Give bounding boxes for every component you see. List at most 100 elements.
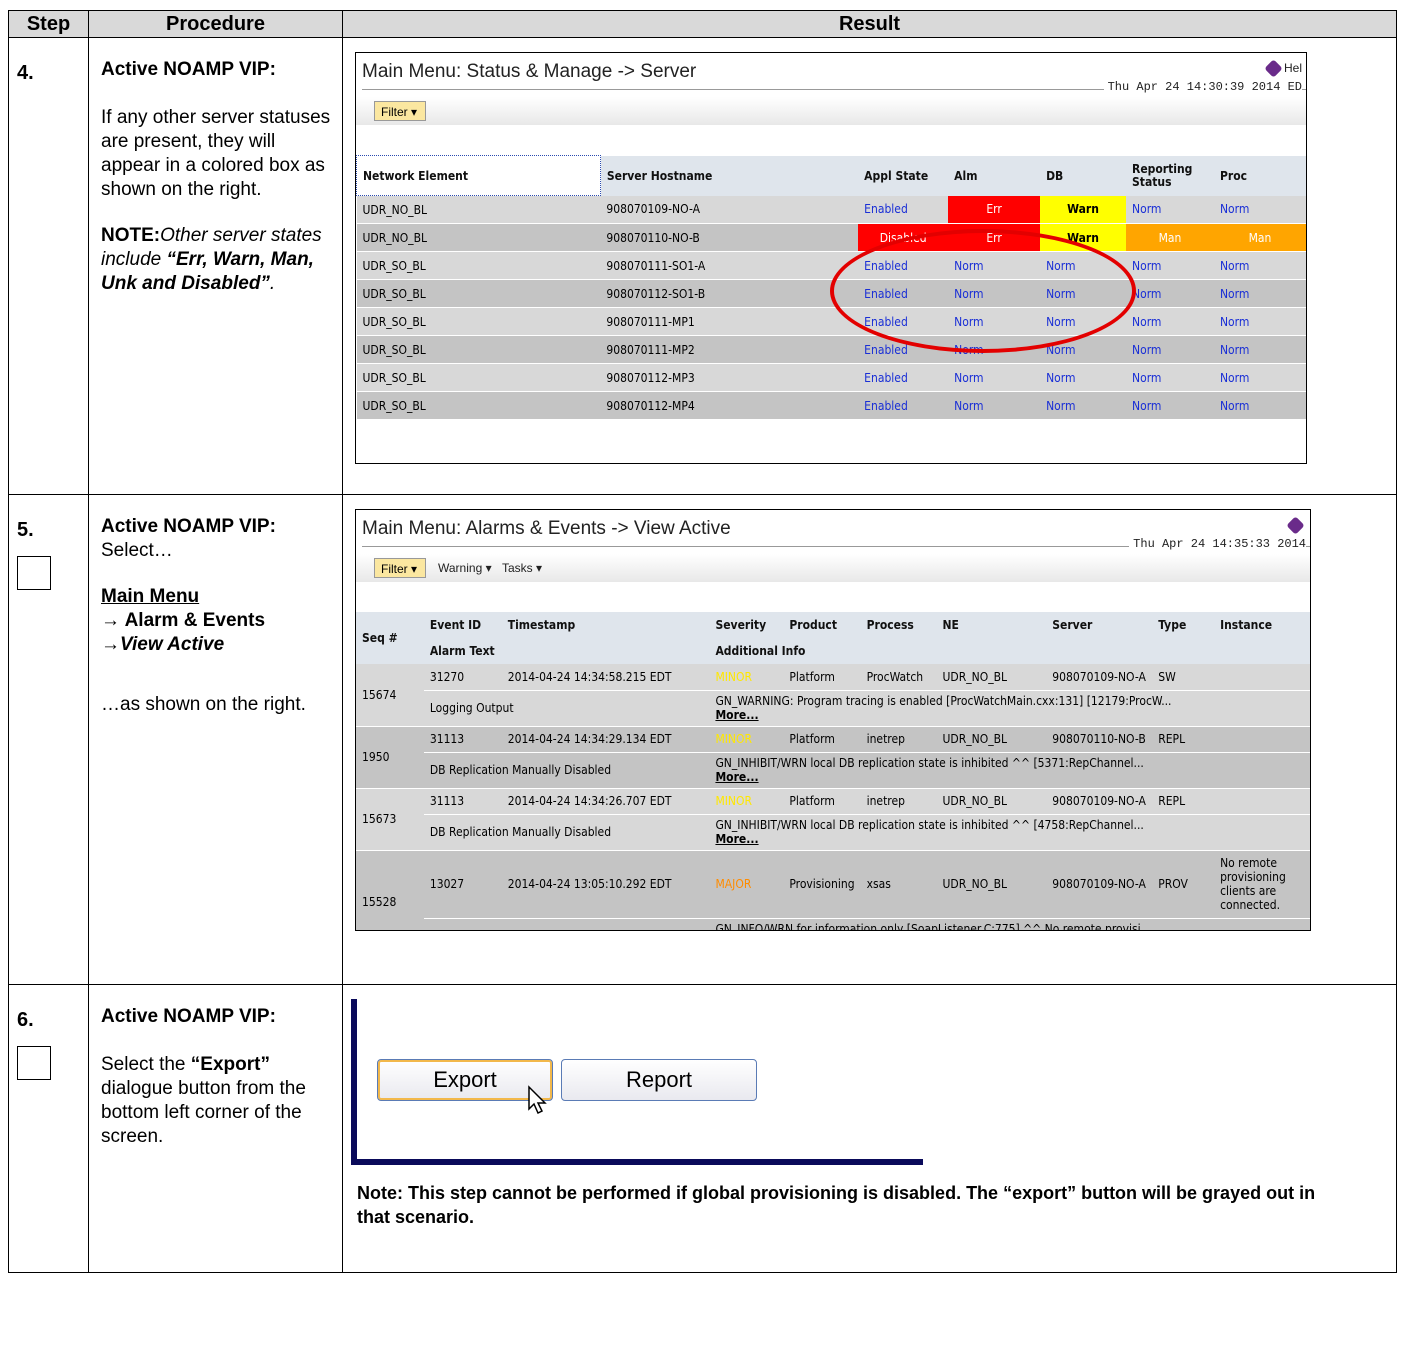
table-header: Seq # Event ID Timestamp Severity Produc… [356,612,1310,664]
column-server[interactable]: Server [1046,612,1153,638]
cell-proc[interactable]: Norm [1213,251,1306,280]
step-6-procedure: Active NOAMP VIP: Select the “Export” di… [88,984,343,1273]
column-network-element[interactable]: Network Element [356,155,601,196]
column-instance[interactable]: Instance [1214,612,1310,638]
step-5-result: Main Menu: Alarms & Events -> View Activ… [342,494,1397,985]
info-text: GN_INHIBIT/WRN local DB replication stat… [715,818,1144,832]
alarm-row[interactable]: 15673 31113 2014-04-24 14:34:26.707 EDT MIN… [356,788,1310,851]
step-heading: Active NOAMP VIP: [101,59,276,80]
column-db[interactable]: DB [1040,155,1127,196]
column-reporting-status[interactable]: Reporting Status [1126,155,1214,196]
toolbar: Filter ▾ [356,97,1306,125]
cell-product: Platform [783,726,861,753]
cell-proc[interactable]: Norm [1213,335,1306,364]
table-header: Network Element Server Hostname Appl Sta… [356,155,1306,196]
cell-proc[interactable]: Norm [1213,195,1306,224]
cell-db[interactable]: Warn [1040,195,1127,224]
step-6-cell: 6. [8,984,89,1273]
cell-reporting-status[interactable]: Norm [1126,279,1214,308]
cell-alm[interactable]: Norm [948,391,1041,420]
menu-path-1: → Alarm & Events [101,610,266,631]
warning-label: Warning [438,561,483,575]
column-proc[interactable]: Proc [1213,155,1306,196]
table-row[interactable]: UDR_SO_BL 908070112-MP3 Enabled Norm Norm Nor… [356,363,1306,392]
help-link[interactable] [1286,516,1306,536]
tasks-menu[interactable]: Tasks ▾ [502,558,542,578]
cell-network-element: UDR_SO_BL [356,307,601,336]
cell-proc[interactable]: Man [1213,223,1306,252]
column-event-id[interactable]: Event ID [423,612,502,638]
cell-alm[interactable]: Norm [948,363,1041,392]
cell-process: xsas [860,850,937,919]
column-seq[interactable]: Seq # [356,612,424,664]
column-timestamp[interactable]: Timestamp [501,612,710,638]
cell-reporting-status[interactable]: Norm [1126,251,1214,280]
cell-proc[interactable]: Norm [1213,307,1306,336]
cell-hostname: 908070112-MP4 [600,391,859,420]
column-product[interactable]: Product [783,612,861,638]
table-row[interactable]: UDR_SO_BL 908070111-MP2 Enabled Norm Norm Nor… [356,335,1306,364]
note-end: . [269,273,276,294]
help-label: Hel [1283,61,1302,75]
column-appl-state[interactable]: Appl State [858,155,949,196]
alarm-row[interactable]: 15528 13027 2014-04-24 13:05:10.292 EDT MAJ… [356,850,1310,930]
table-row[interactable]: UDR_SO_BL 908070111-SO1-A Enabled Norm Norm N… [356,251,1306,280]
column-severity[interactable]: Severity [709,612,784,638]
cell-alarm-text: Logging Output [423,690,710,727]
report-button[interactable]: Report [561,1059,757,1101]
cell-event-id: 31113 [423,726,502,753]
table-row[interactable]: UDR_NO_BL 908070110-NO-B Disabled Err Warn Ma… [356,223,1306,252]
cell-appl-state[interactable]: Enabled [858,363,949,392]
cell-db[interactable]: Norm [1040,391,1127,420]
cell-reporting-status[interactable]: Man [1126,223,1214,252]
alarm-row[interactable]: 15674 31270 2014-04-24 14:34:58.215 EDT MIN… [356,664,1310,727]
cell-server: 908070109-NO-A [1046,788,1153,815]
step-checkbox[interactable] [17,1046,51,1080]
step-checkbox[interactable] [17,556,51,590]
cell-proc[interactable]: Norm [1213,279,1306,308]
cell-proc[interactable]: Norm [1213,391,1306,420]
info-text: GN_WARNING: Program tracing is enabled [… [715,694,1172,708]
highlight-oval [830,229,1136,353]
column-alarm-text[interactable]: Alarm Text [423,638,710,664]
filter-button[interactable]: Filter ▾ [374,558,426,578]
column-ne[interactable]: NE [936,612,1047,638]
column-server-hostname[interactable]: Server Hostname [600,155,859,196]
menu-label: Main Menu [101,586,200,607]
cell-alm[interactable]: Err [948,195,1041,224]
procedure-header: Procedure [88,10,343,38]
cell-reporting-status[interactable]: Norm [1126,391,1214,420]
column-type[interactable]: Type [1152,612,1215,638]
cell-server: 908070109-NO-A [1046,664,1153,691]
alarm-row[interactable]: 1950 31113 2014-04-24 14:34:29.134 EDT MINO… [356,726,1310,789]
cell-db[interactable]: Norm [1040,363,1127,392]
table-row[interactable]: UDR_SO_BL 908070112-MP4 Enabled Norm Norm Nor… [356,391,1306,420]
table-header-row: Step Procedure Result [8,10,1397,38]
more-link[interactable]: More... [715,832,1304,846]
column-process[interactable]: Process [860,612,937,638]
step-body: If any other server statuses are present… [101,107,331,200]
cell-proc[interactable]: Norm [1213,363,1306,392]
cell-instance [1214,788,1310,815]
column-alm[interactable]: Alm [948,155,1041,196]
cell-appl-state[interactable]: Enabled [858,195,949,224]
cell-ne: UDR_NO_BL [936,664,1047,691]
more-link[interactable]: More... [715,770,1304,784]
table-row[interactable]: UDR_NO_BL 908070109-NO-A Enabled Err Warn Nor… [356,195,1306,224]
cell-reporting-status[interactable]: Norm [1126,335,1214,364]
cell-appl-state[interactable]: Enabled [858,391,949,420]
cell-ne: UDR_NO_BL [936,850,1047,919]
cell-reporting-status[interactable]: Norm [1126,195,1214,224]
cell-reporting-status[interactable]: Norm [1126,307,1214,336]
cell-reporting-status[interactable]: Norm [1126,363,1214,392]
column-additional-info[interactable]: Additional Info [709,638,1310,664]
report-label: Report [625,1067,693,1092]
alarm-detail-row: Logging Output GN_WARNING: Program tracin… [356,690,1310,727]
more-link[interactable]: More... [715,708,1304,722]
chevron-down-icon: ▾ [485,561,492,575]
table-row[interactable]: UDR_SO_BL 908070111-MP1 Enabled Norm Norm Nor… [356,307,1306,336]
warning-menu[interactable]: Warning ▾ [438,558,492,578]
help-link[interactable]: Hel [1264,59,1302,79]
filter-button[interactable]: Filter ▾ [374,101,426,121]
cell-network-element: UDR_NO_BL [356,195,601,224]
